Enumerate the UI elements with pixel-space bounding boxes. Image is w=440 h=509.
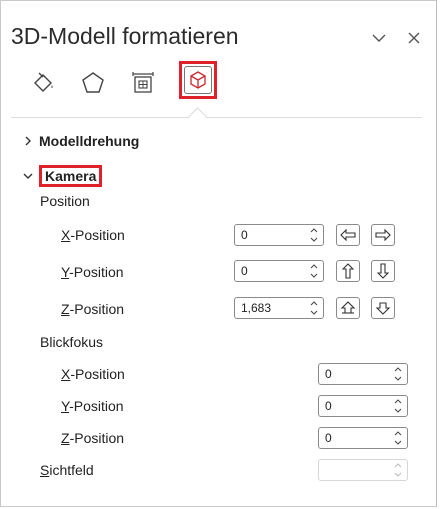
spinner-arrows-icon[interactable] bbox=[309, 300, 319, 316]
move-left-button[interactable] bbox=[336, 224, 360, 246]
field-of-view-label: Sichtfeld bbox=[40, 462, 94, 478]
x-position-spinner[interactable]: 0 bbox=[234, 224, 324, 246]
tab-fill-line[interactable] bbox=[27, 67, 59, 99]
tab-size-properties[interactable] bbox=[127, 67, 159, 99]
y-position-value: 0 bbox=[241, 264, 248, 278]
z-position-spinner[interactable]: 1,683 bbox=[234, 297, 324, 319]
x-position-accesskey: X bbox=[61, 227, 71, 243]
focus-z-value: 0 bbox=[325, 431, 332, 445]
field-of-view-label-text: ichtfeld bbox=[49, 462, 94, 478]
y-position-label: Y-Position bbox=[61, 264, 124, 280]
z-position-label: Z-Position bbox=[61, 301, 124, 317]
move-down-button[interactable] bbox=[371, 260, 395, 282]
move-forward-button[interactable] bbox=[336, 297, 360, 319]
spinner-arrows-icon[interactable] bbox=[393, 366, 403, 382]
arrow-backward-icon bbox=[375, 302, 391, 315]
z-position-accesskey: Z bbox=[61, 301, 70, 317]
focus-y-label-text: -Position bbox=[69, 398, 124, 414]
collapse-button[interactable] bbox=[368, 27, 390, 49]
arrow-left-icon bbox=[340, 229, 356, 241]
y-position-label-text: -Position bbox=[69, 264, 124, 280]
arrow-down-icon bbox=[377, 263, 389, 279]
move-right-button[interactable] bbox=[371, 224, 395, 246]
focus-z-spinner[interactable]: 0 bbox=[318, 427, 408, 449]
focus-x-spinner[interactable]: 0 bbox=[318, 363, 408, 385]
section-modelldrehung[interactable]: Modelldrehung bbox=[23, 133, 139, 149]
active-tab-pointer bbox=[188, 107, 207, 126]
spinner-arrows-icon[interactable] bbox=[309, 263, 319, 279]
3d-cube-icon bbox=[190, 71, 206, 89]
focus-y-spinner[interactable]: 0 bbox=[318, 395, 408, 417]
focus-z-accesskey: Z bbox=[61, 430, 70, 446]
x-position-label-text: -Position bbox=[70, 227, 125, 243]
chevron-down-icon bbox=[372, 34, 386, 42]
field-of-view-spinner bbox=[318, 459, 408, 481]
focus-x-accesskey: X bbox=[61, 366, 71, 382]
z-position-label-text: -Position bbox=[69, 301, 125, 317]
size-position-icon bbox=[132, 72, 154, 93]
focus-z-label-text: -Position bbox=[69, 430, 125, 446]
chevron-right-icon bbox=[23, 133, 39, 149]
move-up-button[interactable] bbox=[336, 260, 360, 282]
pentagon-icon bbox=[82, 72, 104, 93]
section-modelldrehung-label: Modelldrehung bbox=[39, 133, 140, 149]
field-of-view-accesskey: S bbox=[40, 462, 50, 478]
spinner-arrows-icon[interactable] bbox=[309, 227, 319, 243]
focus-y-value: 0 bbox=[325, 399, 332, 413]
focus-group-label: Blickfokus bbox=[40, 334, 104, 350]
arrow-forward-icon bbox=[340, 301, 356, 314]
move-backward-button[interactable] bbox=[371, 297, 395, 319]
spinner-arrows-icon bbox=[393, 462, 403, 478]
focus-x-label-text: -Position bbox=[70, 366, 125, 382]
section-kamera-label: Kamera bbox=[39, 165, 103, 187]
arrow-up-icon bbox=[342, 263, 354, 279]
y-position-spinner[interactable]: 0 bbox=[234, 260, 324, 282]
chevron-down-icon bbox=[23, 168, 39, 184]
x-position-label: X-Position bbox=[61, 227, 125, 243]
pane-title: 3D-Modell formatieren bbox=[11, 23, 239, 49]
close-button[interactable] bbox=[403, 27, 425, 49]
tab-3d-model[interactable] bbox=[179, 61, 217, 99]
y-position-accesskey: Y bbox=[61, 264, 70, 280]
arrow-right-icon bbox=[375, 229, 391, 241]
spinner-arrows-icon[interactable] bbox=[393, 430, 403, 446]
z-position-value: 1,683 bbox=[241, 301, 272, 315]
section-kamera[interactable]: Kamera bbox=[23, 165, 103, 187]
focus-y-label: Y-Position bbox=[61, 398, 124, 414]
x-position-value: 0 bbox=[241, 228, 248, 242]
focus-x-value: 0 bbox=[325, 367, 332, 381]
close-icon bbox=[408, 32, 420, 44]
focus-z-label: Z-Position bbox=[61, 430, 124, 446]
focus-y-accesskey: Y bbox=[61, 398, 70, 414]
focus-x-label: X-Position bbox=[61, 366, 125, 382]
paint-bucket-icon bbox=[34, 72, 53, 92]
tab-divider bbox=[11, 117, 422, 118]
position-group-label: Position bbox=[40, 193, 90, 209]
format-pane: 3D-Modell formatieren Modelldrehung Kame… bbox=[0, 0, 437, 507]
tab-effects[interactable] bbox=[77, 67, 109, 99]
spinner-arrows-icon[interactable] bbox=[393, 398, 403, 414]
